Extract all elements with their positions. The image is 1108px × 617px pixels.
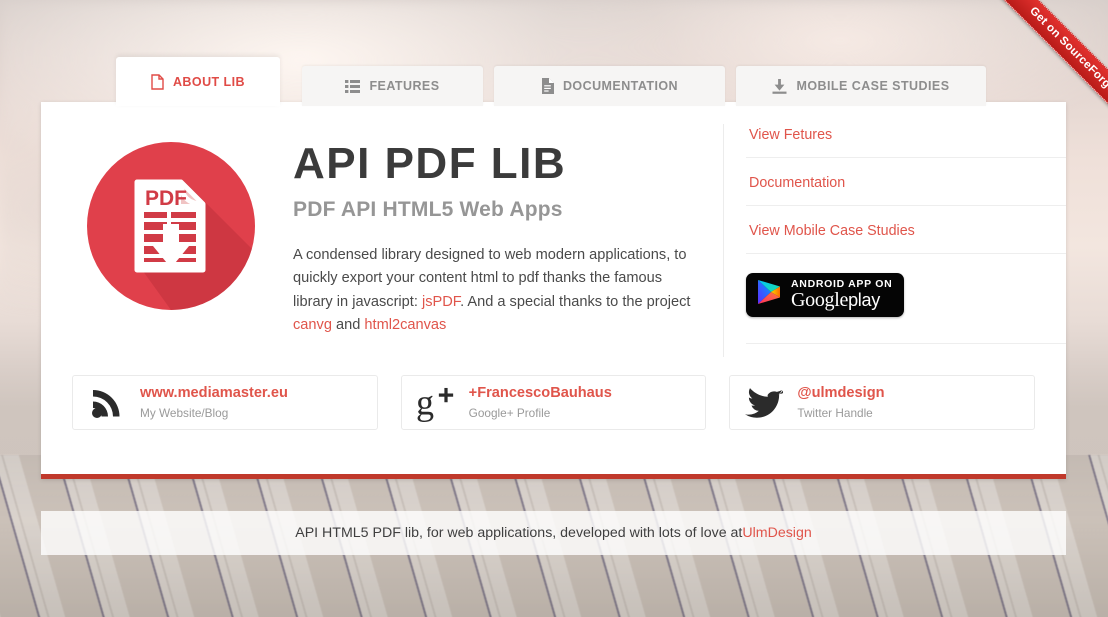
social-card-text: +FrancescoBauhaus Google+ Profile (469, 383, 612, 423)
google-play-badge-row: ANDROID APP ON Googleplay (756, 278, 892, 311)
tab-label: MOBILE CASE STUDIES (796, 79, 950, 93)
card-top-section: PDF API PDF LIB PDF API HTML5 Web Apps A… (41, 102, 1066, 375)
sidebar-links-column: View Fetures Documentation View Mobile C… (724, 102, 1066, 375)
page-root: Get on SourceForge ABOUT LIB FEATURES DO… (0, 0, 1108, 617)
social-card-text: www.mediamaster.eu My Website/Blog (140, 383, 288, 423)
rss-icon (87, 386, 127, 419)
document-icon (541, 78, 554, 94)
google-plus-icon: g (416, 384, 456, 422)
sidebar-link-documentation[interactable]: Documentation (746, 175, 1066, 206)
tab-label: DOCUMENTATION (562, 79, 679, 93)
tab-label: FEATURES (369, 79, 440, 93)
google-play-large-label: Googleplay (791, 290, 892, 310)
social-card-text: @ulmdesign Twitter Handle (797, 383, 884, 423)
tab-documentation[interactable]: DOCUMENTATION (494, 66, 725, 106)
social-card-website[interactable]: www.mediamaster.eu My Website/Blog (72, 375, 378, 430)
tab-label: ABOUT LIB (172, 74, 246, 89)
google-play-triangle-icon (756, 278, 782, 311)
sidebar-bottom-divider (746, 343, 1066, 344)
tab-features[interactable]: FEATURES (302, 66, 483, 106)
google-play-badge-text: ANDROID APP ON Googleplay (791, 279, 892, 311)
social-card-title: @ulmdesign (797, 384, 885, 401)
sidebar-link-mobile-case-studies[interactable]: View Mobile Case Studies (746, 223, 1066, 254)
footer-link-ulmdesign[interactable]: UlmDesign (742, 525, 811, 541)
tab-bar: ABOUT LIB FEATURES DOCUMENTATION MOBILE … (116, 57, 997, 106)
description-link[interactable]: jsPDF (422, 294, 460, 310)
svg-text:PDF: PDF (145, 187, 187, 210)
description-link[interactable]: html2canvas (364, 317, 446, 333)
footer-bar: API HTML5 PDF lib, for web applications,… (41, 511, 1066, 555)
sidebar-link-view-features[interactable]: View Fetures (746, 125, 1066, 158)
hero-description: A condensed library designed to web mode… (293, 244, 705, 338)
social-card-subtitle: My Website/Blog (140, 405, 229, 420)
list-icon (345, 79, 361, 93)
google-play-small-label: ANDROID APP ON (791, 277, 893, 290)
tab-about-lib[interactable]: ABOUT LIB (116, 57, 280, 106)
description-text: and (331, 317, 365, 334)
pdf-logo: PDF (87, 142, 255, 310)
sourceforge-ribbon-label[interactable]: Get on SourceForge (992, 0, 1108, 128)
social-card-subtitle: Google+ Profile (468, 405, 551, 420)
description-text: . And a special thanks to the project (460, 293, 691, 310)
social-cards-row: www.mediamaster.eu My Website/Blog g +Fr… (41, 375, 1066, 430)
download-icon (772, 78, 787, 94)
google-play-badge[interactable]: ANDROID APP ON Googleplay (746, 273, 905, 317)
hero-text-block: API PDF LIB PDF API HTML5 Web Apps A con… (293, 120, 723, 338)
svg-text:g: g (416, 384, 434, 422)
social-card-twitter[interactable]: @ulmdesign Twitter Handle (729, 375, 1036, 430)
google-play-google-word: Google (791, 289, 849, 312)
card-left-column: PDF API PDF LIB PDF API HTML5 Web Apps A… (41, 102, 723, 375)
social-card-subtitle: Twitter Handle (797, 405, 873, 420)
footer-text: API HTML5 PDF lib, for web applications,… (295, 525, 743, 541)
main-content-card: PDF API PDF LIB PDF API HTML5 Web Apps A… (41, 102, 1066, 479)
sourceforge-ribbon[interactable]: Get on SourceForge (980, 0, 1108, 128)
description-link[interactable]: canvg (293, 317, 332, 333)
file-outline-icon (151, 73, 164, 90)
social-card-title: www.mediamaster.eu (140, 384, 288, 401)
google-play-play-word: play (848, 290, 880, 311)
social-card-title: +FrancescoBauhaus (468, 384, 612, 401)
social-card-google-plus[interactable]: g +FrancescoBauhaus Google+ Profile (400, 375, 707, 430)
twitter-icon (744, 387, 784, 419)
page-subtitle: PDF API HTML5 Web Apps (293, 197, 563, 221)
pdf-logo-graphic: PDF (134, 179, 255, 310)
tab-mobile-case-studies[interactable]: MOBILE CASE STUDIES (736, 66, 986, 106)
page-title: API PDF LIB (293, 139, 567, 188)
